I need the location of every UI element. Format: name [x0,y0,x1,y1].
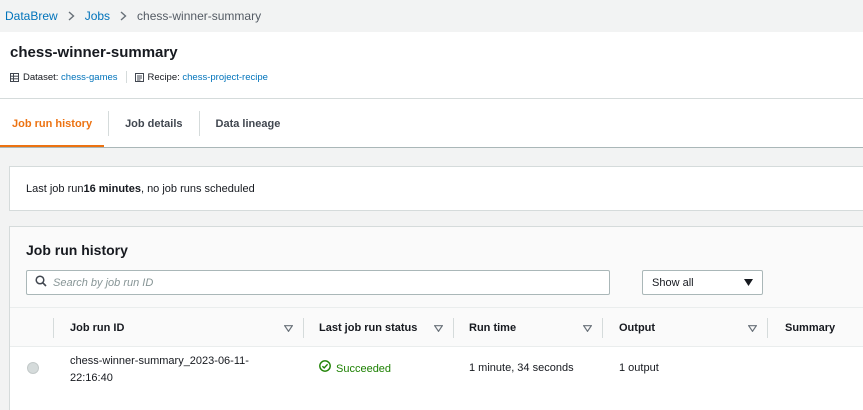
table-header: Job run ID Last job run status Run time … [10,307,863,347]
tabs-border [0,147,863,148]
column-job-run-id[interactable]: Job run ID [70,308,303,348]
column-separator [602,318,603,338]
success-check-icon [319,360,336,378]
output-link[interactable]: 1 output [619,360,659,377]
column-output[interactable]: Output [619,308,767,348]
breadcrumb-databrew-link[interactable]: DataBrew [5,9,58,23]
last-run-status-card: Last job run 16 minutes, no job runs sch… [9,166,863,211]
search-icon [35,275,47,290]
run-status-cell: Succeeded [319,360,391,378]
history-panel-header: Job run history Show all [10,227,863,307]
search-input[interactable] [53,276,609,289]
status-duration: 16 minutes [83,182,141,195]
column-separator [767,318,768,338]
search-box[interactable] [26,270,610,295]
tab-divider [108,111,110,136]
status-filter-select[interactable]: Show all [642,270,763,295]
tab-job-run-history[interactable]: Job run history [0,99,105,148]
column-label: Summary [785,322,836,334]
tab-bar: Job run history Job details Data lineage [0,99,863,148]
caret-down-icon [744,277,753,289]
recipe-icon [134,72,144,82]
table-icon [10,72,19,82]
column-separator [53,318,54,338]
job-header: chess-winner-summary Dataset: chess-game… [0,32,863,148]
tab-job-details[interactable]: Job details [113,99,194,148]
dataset-link[interactable]: chess-games [61,72,118,83]
run-status-text: Succeeded [336,362,392,375]
tab-data-lineage[interactable]: Data lineage [204,99,293,148]
row-select-radio[interactable] [27,362,39,374]
sort-caret-icon [433,323,444,335]
history-title: Job run history [26,242,128,258]
job-meta: Dataset: chess-games Recipe: chess-proje… [10,71,268,83]
breadcrumb-jobs-link[interactable]: Jobs [85,9,110,23]
dataset-label: Dataset: [23,71,59,83]
chevron-right-icon [68,11,75,21]
breadcrumb-current: chess-winner-summary [137,9,262,23]
tab-divider [198,111,200,136]
meta-divider [125,71,127,83]
run-time-cell: 1 minute, 34 seconds [469,362,574,374]
status-filter-value: Show all [652,276,694,289]
sort-caret-icon [283,323,294,335]
recipe-link[interactable]: chess-project-recipe [182,72,268,83]
recipe-meta: Recipe: chess-project-recipe [134,71,268,83]
column-summary[interactable]: Summary [785,308,863,348]
column-label: Run time [469,322,517,334]
sort-caret-icon [747,323,758,335]
chevron-right-icon [120,11,127,21]
column-label: Output [619,322,656,334]
table-row[interactable]: chess-winner-summary_2023-06-11-22:16:40… [10,348,863,404]
column-label: Last job run status [319,322,418,334]
page-title: chess-winner-summary [10,44,178,61]
status-suffix: , no job runs scheduled [140,182,255,195]
column-separator [453,318,454,338]
recipe-label: Recipe: [147,71,180,83]
column-label: Job run ID [70,322,125,334]
job-run-history-panel: Job run history Show all Job run ID Last… [9,226,863,410]
status-prefix: Last job run [26,182,84,195]
sort-caret-icon [582,323,593,335]
job-run-id-cell: chess-winner-summary_2023-06-11-22:16:40 [70,355,249,384]
column-run-time[interactable]: Run time [469,308,602,348]
breadcrumb: DataBrew Jobs chess-winner-summary [0,0,863,32]
column-last-job-run-status[interactable]: Last job run status [319,308,453,348]
dataset-meta: Dataset: chess-games [10,72,118,83]
column-separator [303,318,304,338]
